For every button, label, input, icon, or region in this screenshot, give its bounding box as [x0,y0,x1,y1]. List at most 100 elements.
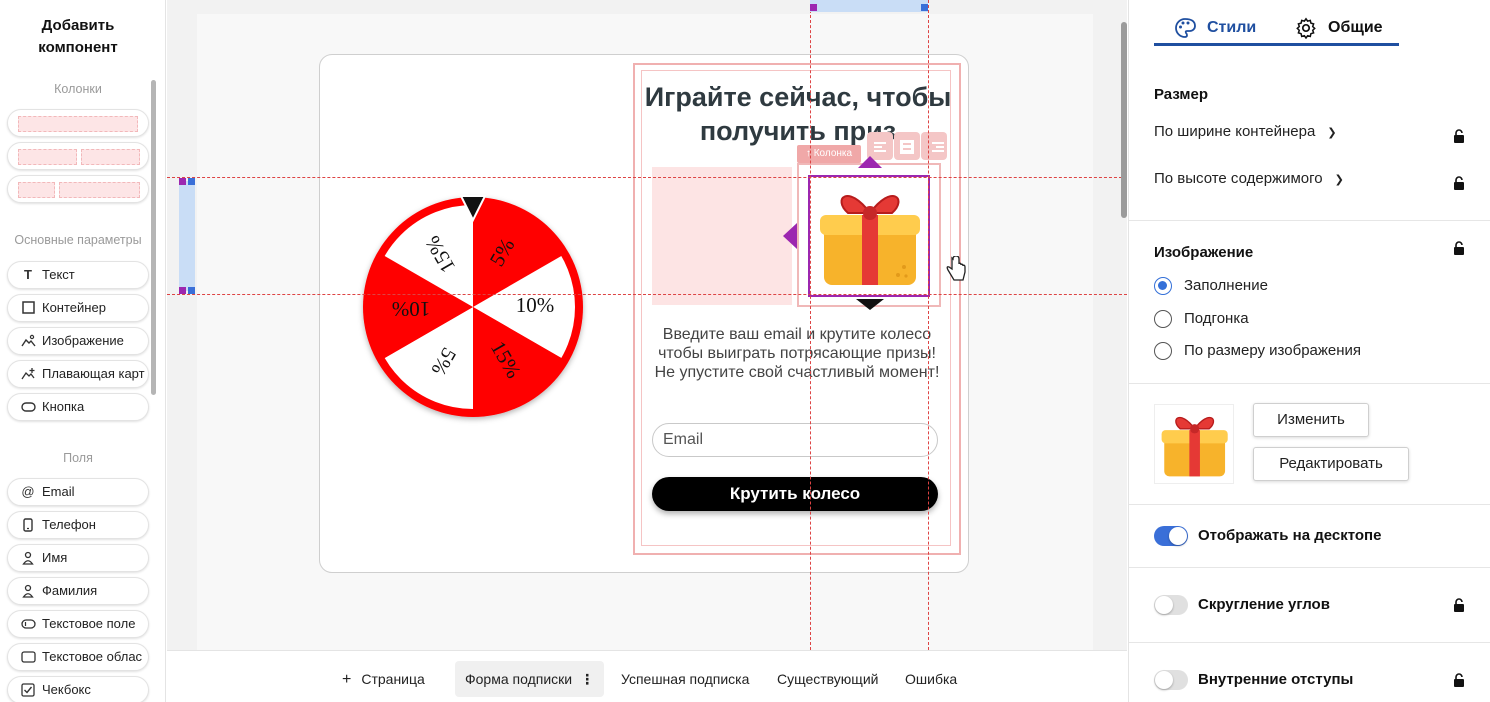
move-left-handle-icon[interactable] [782,222,798,250]
image-icon [20,328,36,354]
wheel-label: 10% [392,297,431,321]
add-phone-field[interactable]: Телефон [7,511,149,539]
add-lastname-field[interactable]: Фамилия [7,577,149,605]
canvas-scrollbar[interactable] [1121,22,1127,218]
height-select[interactable]: По высоте содержимого ❯ [1154,170,1344,187]
tab-styles[interactable]: Стили [1174,14,1256,46]
column-layout-1[interactable] [7,109,149,137]
fortune-wheel[interactable]: 5%10%15%5%10%15% [357,190,593,426]
properties-panel: Стили Общие Размер По ширине контейнера ❯… [1128,0,1490,702]
panel-title: Добавить компонент [38,17,118,56]
more-vertical-icon[interactable]: ⋮ [580,671,594,687]
floating-card-icon [20,361,36,387]
editor-canvas: 5% 10% 15% 5% 10% 15% Играйте сейчас, чтобы п… [167,0,1127,650]
column-layout-3[interactable] [7,175,149,203]
lock-icon[interactable] [1451,597,1467,613]
wheel-label: 10% [516,293,555,317]
left-selection-indicator [179,181,195,291]
desktop-toggle-label: Отображать на десктопе [1198,527,1382,544]
tab-existing[interactable]: Существующий [767,661,888,697]
resize-handle[interactable] [179,178,186,185]
lock-icon[interactable] [1451,672,1467,688]
resize-handle[interactable] [188,178,195,185]
chevron-down-icon: ❯ [1327,127,1337,139]
lock-icon[interactable] [1451,240,1467,256]
add-text-item[interactable]: T Текст [7,261,149,289]
add-checkbox-field[interactable]: Чекбокс [7,676,149,702]
add-page-button[interactable]: + Страница [332,661,435,697]
textarea-icon [20,644,36,670]
top-selection-indicator [810,0,928,12]
left-scrollbar[interactable] [151,80,156,395]
rounded-corners-toggle[interactable] [1154,595,1188,615]
guide-line [810,0,811,650]
spin-button[interactable]: Крутить колесо [652,477,938,511]
add-textarea-field[interactable]: Текстовое облас [7,643,149,671]
add-firstname-field[interactable]: Имя [7,544,149,572]
column-layout-2[interactable] [7,142,149,170]
add-email-field[interactable]: @ Email [7,478,149,506]
person-icon [20,578,36,604]
change-image-button[interactable]: Изменить [1253,403,1369,437]
add-floating-card-item[interactable]: Плавающая карт [7,360,149,388]
radio-fit-label: Подгонка [1184,310,1249,327]
resize-handle[interactable] [188,287,195,294]
tab-subscription-form[interactable]: Форма подписки ⋮ [455,661,605,697]
radio-fill-label: Заполнение [1184,277,1268,294]
divider [1129,567,1490,568]
tab-success[interactable]: Успешная подписка [611,661,759,697]
move-down-handle-icon[interactable] [855,298,885,312]
radio-fit[interactable] [1154,310,1172,328]
rounded-corners-label: Скругление углов [1198,596,1330,613]
divider [1129,383,1490,384]
chevron-down-icon: ❯ [1334,174,1344,186]
image-thumbnail [1154,404,1234,484]
add-text-field[interactable]: Текстовое поле [7,610,149,638]
align-icons [874,140,944,154]
section-columns: Колонки [54,82,102,96]
container-icon [20,295,36,321]
palette-icon [1175,18,1196,38]
column-tag[interactable]: ↑ Колонка [797,145,861,163]
add-button-item[interactable]: Кнопка [7,393,149,421]
tab-error[interactable]: Ошибка [895,661,967,697]
lock-icon[interactable] [1451,175,1467,191]
size-heading: Размер [1154,86,1209,103]
selected-image[interactable] [808,175,930,297]
add-image-item[interactable]: Изображение [7,327,149,355]
tab-indicator [1154,43,1399,46]
divider [1129,642,1490,643]
plus-icon: + [342,671,352,688]
text-icon: T [24,267,32,282]
section-fields: Поля [63,451,93,465]
gift-icon [1161,416,1228,477]
move-up-handle-icon[interactable] [857,155,883,169]
guide-line [167,294,1127,295]
padding-toggle[interactable] [1154,670,1188,690]
divider [1129,504,1490,505]
desktop-toggle[interactable] [1154,526,1188,546]
radio-original[interactable] [1154,342,1172,360]
radio-fill[interactable] [1154,277,1172,295]
guide-line [167,177,1127,178]
lock-icon[interactable] [1451,128,1467,144]
gift-icon [820,195,920,285]
email-input[interactable]: Email [652,423,938,457]
resize-handle[interactable] [921,4,928,11]
resize-handle[interactable] [179,287,186,294]
empty-column-placeholder[interactable] [652,167,792,305]
width-select[interactable]: По ширине контейнера ❯ [1154,123,1337,140]
popup-description[interactable]: Введите ваш email и крутите колесо чтобы… [647,325,947,382]
edit-image-button[interactable]: Редактировать [1253,447,1409,481]
padding-toggle-label: Внутренние отступы [1198,671,1354,688]
phone-icon [20,512,36,538]
gear-icon [1296,17,1316,39]
tab-general[interactable]: Общие [1295,14,1383,46]
divider [1129,220,1490,221]
checkbox-icon [20,677,36,702]
component-panel: Добавить компонент Колонки Основные пара… [0,0,166,702]
add-container-item[interactable]: Контейнер [7,294,149,322]
hand-cursor-icon [946,256,966,281]
resize-handle[interactable] [810,4,817,11]
image-heading: Изображение [1154,244,1254,261]
